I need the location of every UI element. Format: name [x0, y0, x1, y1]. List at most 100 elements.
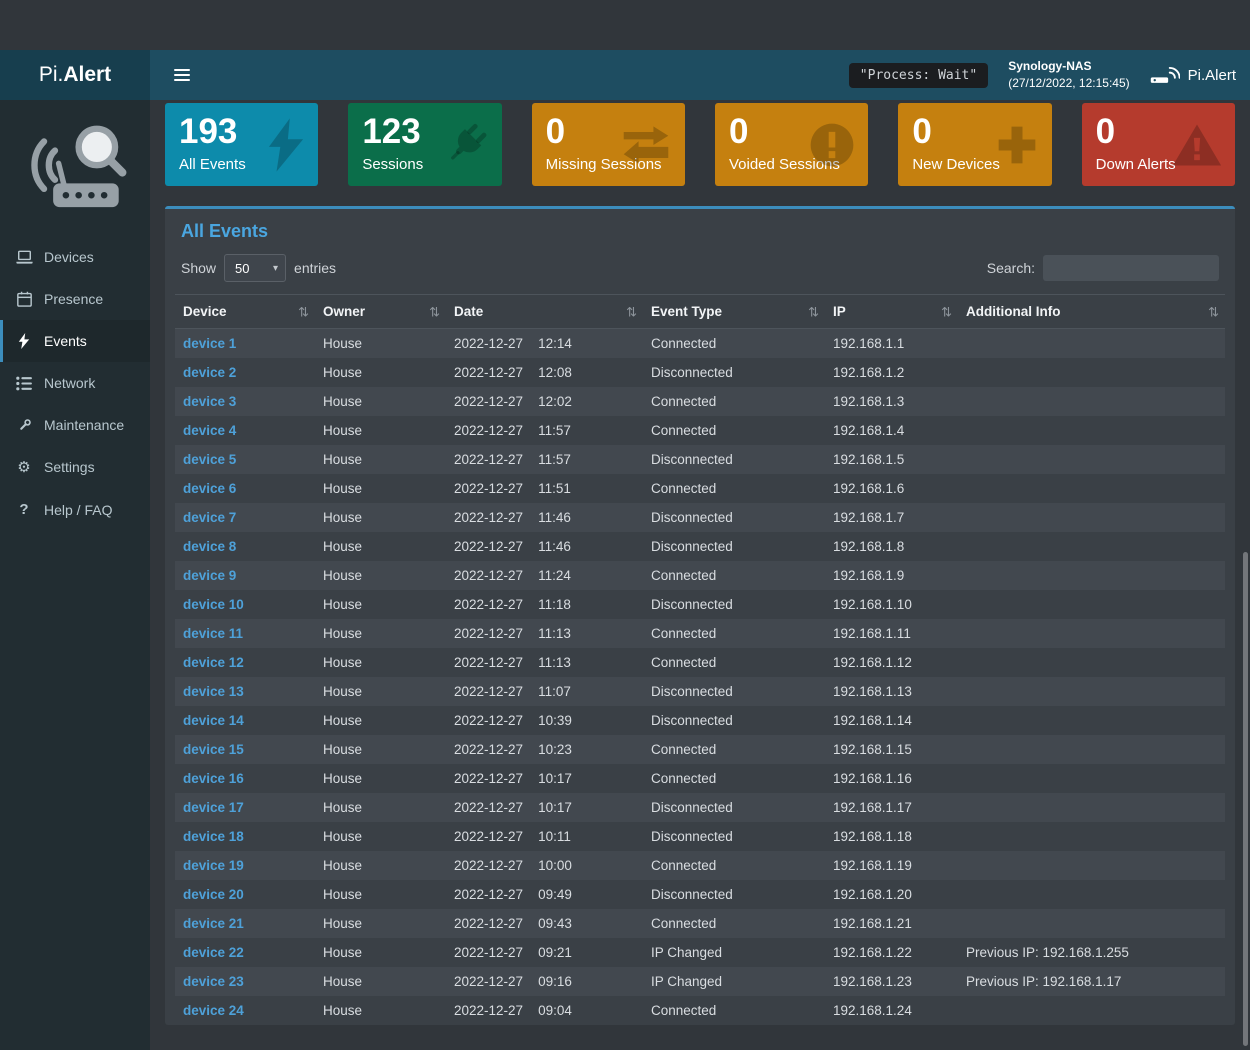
sidebar-item-help-faq[interactable]: ?Help / FAQ — [0, 488, 150, 531]
show-label: Show — [181, 260, 216, 276]
column-header-additional-info[interactable]: Additional Info⇅ — [958, 295, 1225, 329]
plus-icon — [995, 123, 1039, 167]
device-link[interactable]: device 4 — [183, 423, 236, 438]
device-cell: device 22 — [175, 938, 315, 967]
search-input[interactable] — [1043, 255, 1219, 281]
column-header-ip[interactable]: IP⇅ — [825, 295, 958, 329]
scrollbar-thumb[interactable] — [1243, 552, 1248, 1046]
event-row: device 24House2022-12-2709:04Connected19… — [175, 996, 1225, 1025]
card-sessions[interactable]: 123Sessions — [348, 103, 501, 186]
owner-cell: House — [315, 590, 446, 619]
device-link[interactable]: device 14 — [183, 713, 244, 728]
ip-cell: 192.168.1.24 — [825, 996, 958, 1025]
card-down-alerts[interactable]: 0Down Alerts — [1082, 103, 1235, 186]
date-value: 2022-12-27 — [454, 945, 523, 960]
device-link[interactable]: device 16 — [183, 771, 244, 786]
event-type-cell: Connected — [643, 735, 825, 764]
sidebar-menu: DevicesPresenceEventsNetworkMaintenance⚙… — [0, 236, 150, 531]
device-link[interactable]: device 5 — [183, 452, 236, 467]
time-value: 12:02 — [538, 394, 572, 409]
date-value: 2022-12-27 — [454, 742, 523, 757]
sidebar-item-settings[interactable]: ⚙Settings — [0, 446, 150, 488]
sort-icon: ⇅ — [1208, 304, 1219, 319]
device-link[interactable]: device 1 — [183, 336, 236, 351]
device-link[interactable]: device 17 — [183, 800, 244, 815]
device-link[interactable]: device 7 — [183, 510, 236, 525]
event-type-cell: IP Changed — [643, 967, 825, 996]
additional-info-cell — [958, 474, 1225, 503]
device-link[interactable]: device 8 — [183, 539, 236, 554]
column-header-event-type[interactable]: Event Type⇅ — [643, 295, 825, 329]
device-link[interactable]: device 2 — [183, 365, 236, 380]
device-link[interactable]: device 21 — [183, 916, 244, 931]
time-value: 11:57 — [538, 423, 571, 438]
device-link[interactable]: device 19 — [183, 858, 244, 873]
pialert-link[interactable]: Pi.Alert — [1150, 63, 1236, 87]
ip-cell: 192.168.1.14 — [825, 706, 958, 735]
time-value: 09:16 — [538, 974, 572, 989]
time-value: 11:18 — [538, 597, 571, 612]
column-header-date[interactable]: Date⇅ — [446, 295, 643, 329]
card-all-events[interactable]: 193All Events — [165, 103, 318, 186]
owner-cell: House — [315, 358, 446, 387]
brand-alert: Alert — [63, 63, 111, 87]
device-link[interactable]: device 6 — [183, 481, 236, 496]
column-header-owner[interactable]: Owner⇅ — [315, 295, 446, 329]
additional-info-cell — [958, 329, 1225, 359]
sidebar: DevicesPresenceEventsNetworkMaintenance⚙… — [0, 100, 150, 1050]
additional-info-cell — [958, 677, 1225, 706]
event-row: device 4House2022-12-2711:57Connected192… — [175, 416, 1225, 445]
question-icon: ? — [15, 501, 33, 518]
column-header-device[interactable]: Device⇅ — [175, 295, 315, 329]
time-value: 09:43 — [538, 916, 572, 931]
time-value: 10:11 — [538, 829, 571, 844]
column-label: Device — [183, 304, 227, 319]
additional-info-cell — [958, 358, 1225, 387]
additional-info-cell — [958, 416, 1225, 445]
device-link[interactable]: device 10 — [183, 597, 244, 612]
device-link[interactable]: device 18 — [183, 829, 244, 844]
device-link[interactable]: device 20 — [183, 887, 244, 902]
sidebar-item-maintenance[interactable]: Maintenance — [0, 404, 150, 446]
device-link[interactable]: device 9 — [183, 568, 236, 583]
app-logo[interactable]: Pi.Alert — [0, 50, 150, 100]
ip-cell: 192.168.1.18 — [825, 822, 958, 851]
device-link[interactable]: device 15 — [183, 742, 244, 757]
device-cell: device 17 — [175, 793, 315, 822]
sidebar-item-devices[interactable]: Devices — [0, 236, 150, 278]
sidebar-item-presence[interactable]: Presence — [0, 278, 150, 320]
time-value: 11:57 — [538, 452, 571, 467]
event-row: device 8House2022-12-2711:46Disconnected… — [175, 532, 1225, 561]
date-value: 2022-12-27 — [454, 481, 523, 496]
page-size-select[interactable]: 50 ▾ — [224, 254, 286, 282]
date-cell: 2022-12-2711:07 — [446, 677, 643, 706]
event-type-cell: Disconnected — [643, 445, 825, 474]
pialert-label: Pi.Alert — [1188, 67, 1236, 84]
owner-cell: House — [315, 416, 446, 445]
time-value: 11:46 — [538, 510, 571, 525]
device-link[interactable]: device 23 — [183, 974, 244, 989]
card-voided-sessions[interactable]: 0Voided Sessions — [715, 103, 868, 186]
date-value: 2022-12-27 — [454, 829, 523, 844]
event-type-cell: Connected — [643, 561, 825, 590]
date-cell: 2022-12-2711:46 — [446, 532, 643, 561]
device-link[interactable]: device 11 — [183, 626, 243, 641]
date-value: 2022-12-27 — [454, 771, 523, 786]
sidebar-item-network[interactable]: Network — [0, 362, 150, 404]
sidebar-item-events[interactable]: Events — [0, 320, 150, 362]
device-cell: device 24 — [175, 996, 315, 1025]
event-row: device 13House2022-12-2711:07Disconnecte… — [175, 677, 1225, 706]
device-link[interactable]: device 13 — [183, 684, 244, 699]
time-value: 10:17 — [538, 800, 572, 815]
column-label: Owner — [323, 304, 365, 319]
device-link[interactable]: device 24 — [183, 1003, 244, 1018]
card-new-devices[interactable]: 0New Devices — [898, 103, 1051, 186]
device-link[interactable]: device 12 — [183, 655, 244, 670]
time-value: 09:21 — [538, 945, 572, 960]
additional-info-cell — [958, 764, 1225, 793]
menu-toggle-icon[interactable] — [166, 61, 198, 89]
card-missing-sessions[interactable]: 0Missing Sessions — [532, 103, 685, 186]
device-link[interactable]: device 22 — [183, 945, 244, 960]
device-link[interactable]: device 3 — [183, 394, 236, 409]
time-value: 09:04 — [538, 1003, 572, 1018]
